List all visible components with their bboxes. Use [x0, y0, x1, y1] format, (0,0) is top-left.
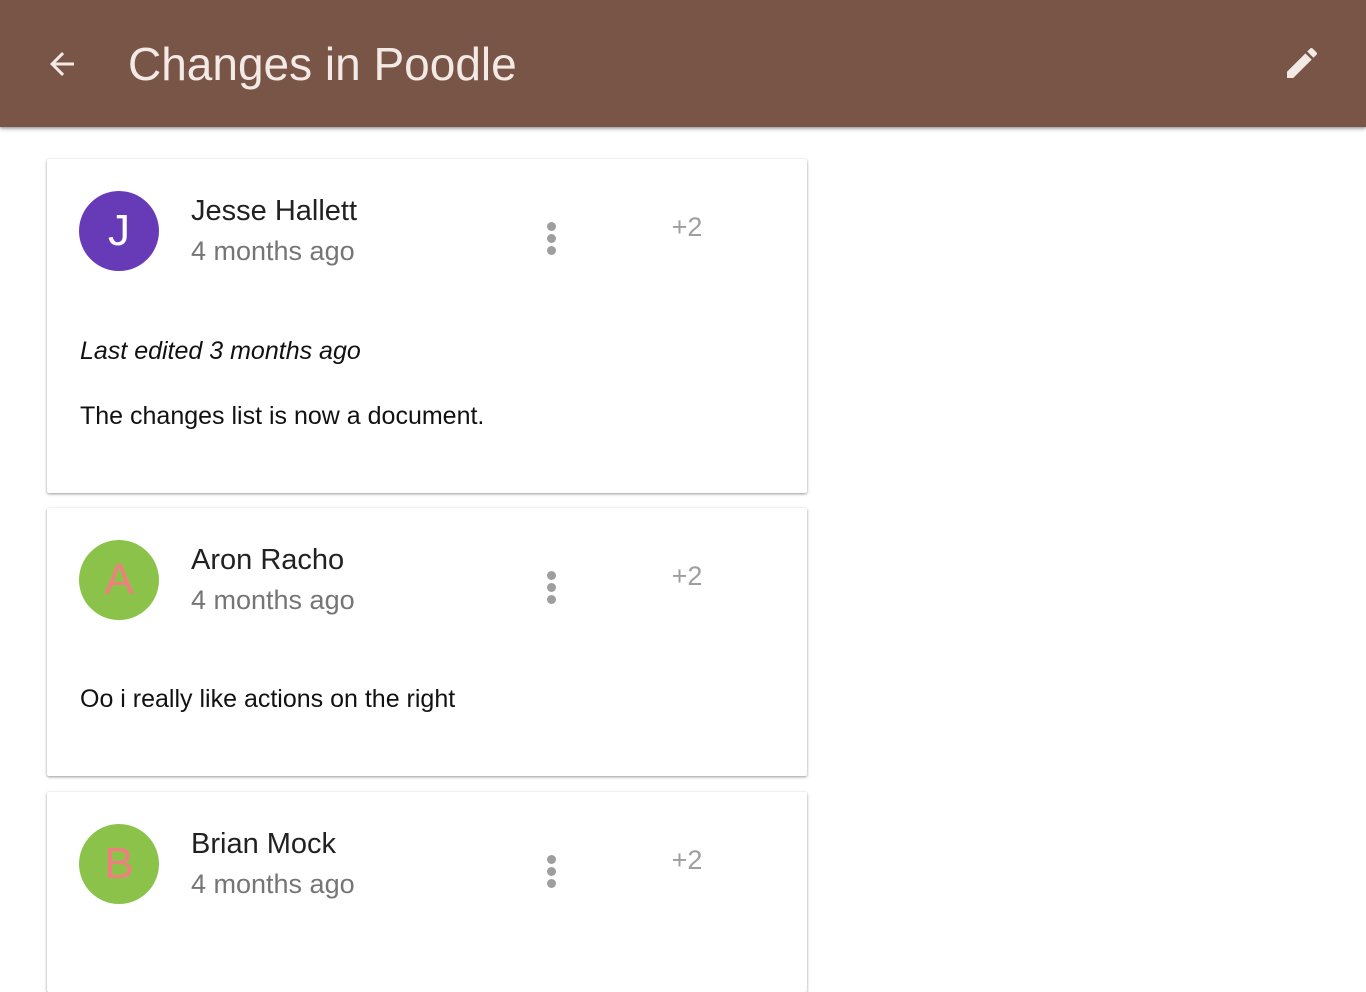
avatar-letter: J [108, 206, 130, 255]
arrow-back-icon [50, 52, 74, 76]
avatar[interactable]: J [79, 191, 159, 271]
plus-count-button[interactable]: +2 [659, 844, 715, 876]
back-button[interactable] [30, 32, 94, 96]
more-vert-icon [547, 222, 556, 231]
author-name: Aron Racho [191, 544, 345, 576]
more-vert-icon [547, 855, 556, 864]
avatar[interactable]: B [79, 824, 159, 904]
timestamp: 4 months ago [191, 869, 355, 899]
avatar[interactable]: A [79, 540, 159, 620]
author-name: Brian Mock [191, 828, 337, 860]
more-options-button[interactable] [531, 848, 571, 896]
comment-card: B Brian Mock 4 months ago +2 [47, 792, 807, 992]
avatar-letter: B [104, 839, 134, 888]
more-vert-icon [547, 571, 556, 580]
plus-count-button[interactable]: +2 [659, 560, 715, 592]
comment-text: The changes list is now a document. [80, 402, 485, 430]
timestamp: 4 months ago [191, 236, 355, 266]
edit-button[interactable] [1270, 32, 1334, 96]
comment-card: A Aron Racho 4 months ago +2 Oo i really… [47, 508, 807, 776]
author-name: Jesse Hallett [191, 195, 358, 227]
app-bar: Changes in Poodle [0, 0, 1366, 127]
comment-card: J Jesse Hallett 4 months ago +2 Last edi… [47, 159, 807, 493]
timestamp: 4 months ago [191, 585, 355, 615]
page-title: Changes in Poodle [128, 38, 517, 90]
plus-count-button[interactable]: +2 [659, 211, 715, 243]
edited-note: Last edited 3 months ago [80, 337, 361, 365]
avatar-letter: A [104, 555, 134, 604]
pencil-icon [1287, 47, 1318, 78]
more-options-button[interactable] [531, 564, 571, 612]
comment-text: Oo i really like actions on the right [80, 685, 456, 713]
more-options-button[interactable] [531, 215, 571, 263]
